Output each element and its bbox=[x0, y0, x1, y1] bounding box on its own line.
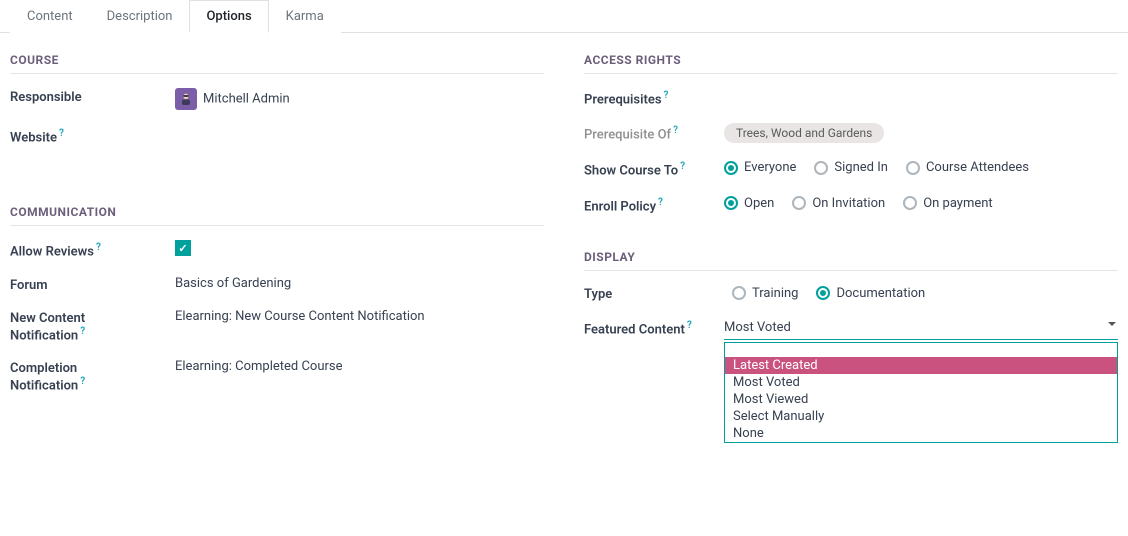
avatar bbox=[175, 88, 197, 110]
responsible-name: Mitchell Admin bbox=[203, 91, 290, 106]
tabs-bar: Content Description Options Karma bbox=[0, 0, 1128, 33]
field-new-content-notification: New Content Notification? Elearning: New… bbox=[10, 309, 544, 343]
user-avatar-icon bbox=[178, 91, 194, 107]
featured-content-label: Featured Content? bbox=[584, 318, 724, 337]
prerequisite-of-value: Trees, Wood and Gardens bbox=[724, 123, 1118, 143]
help-icon[interactable]: ? bbox=[673, 125, 678, 136]
field-forum: Forum Basics of Gardening bbox=[10, 276, 544, 293]
section-communication-title: COMMUNICATION bbox=[10, 205, 544, 226]
enroll-radio-group: Open On Invitation On payment bbox=[724, 195, 1118, 211]
radio-icon bbox=[903, 196, 917, 210]
field-allow-reviews: Allow Reviews? ✓ bbox=[10, 240, 544, 259]
forum-label: Forum bbox=[10, 276, 175, 293]
tab-content[interactable]: Content bbox=[10, 0, 90, 33]
radio-icon bbox=[906, 161, 920, 175]
featured-content-dropdown: Latest Created Most Voted Most Viewed Se… bbox=[724, 342, 1118, 443]
radio-training[interactable]: Training bbox=[732, 286, 798, 301]
enroll-policy-label: Enroll Policy? bbox=[584, 195, 724, 214]
dropdown-item[interactable]: None bbox=[725, 425, 1117, 442]
website-label: Website? bbox=[10, 126, 175, 145]
field-featured-content: Featured Content? Most Voted Latest Crea… bbox=[584, 318, 1118, 340]
radio-on-invitation[interactable]: On Invitation bbox=[792, 196, 885, 211]
radio-signed-in[interactable]: Signed In bbox=[814, 160, 888, 175]
field-show-course: Show Course To? Everyone Signed In Cours… bbox=[584, 159, 1118, 178]
help-icon[interactable]: ? bbox=[658, 197, 663, 208]
tab-karma[interactable]: Karma bbox=[269, 0, 341, 33]
type-radio-group: Training Documentation bbox=[724, 285, 1118, 301]
field-enroll-policy: Enroll Policy? Open On Invitation On pay… bbox=[584, 195, 1118, 214]
field-website: Website? bbox=[10, 126, 544, 145]
tab-description[interactable]: Description bbox=[90, 0, 190, 33]
dropdown-item[interactable]: Most Viewed bbox=[725, 391, 1117, 408]
radio-icon bbox=[724, 161, 738, 175]
radio-icon bbox=[816, 286, 830, 300]
new-content-label: New Content Notification? bbox=[10, 309, 175, 343]
help-icon[interactable]: ? bbox=[687, 320, 692, 331]
dropdown-item[interactable]: Latest Created bbox=[725, 357, 1117, 374]
radio-documentation[interactable]: Documentation bbox=[816, 286, 925, 301]
help-icon[interactable]: ? bbox=[664, 90, 669, 101]
section-course-title: COURSE bbox=[10, 53, 544, 74]
allow-reviews-label: Allow Reviews? bbox=[10, 240, 175, 259]
show-course-label: Show Course To? bbox=[584, 159, 724, 178]
radio-everyone[interactable]: Everyone bbox=[724, 160, 796, 175]
help-icon[interactable]: ? bbox=[96, 242, 101, 253]
responsible-label: Responsible bbox=[10, 88, 175, 105]
radio-icon bbox=[724, 196, 738, 210]
left-column: COURSE Responsible Mitchell Admin Websit… bbox=[10, 53, 544, 409]
responsible-value[interactable]: Mitchell Admin bbox=[175, 88, 544, 110]
radio-on-payment[interactable]: On payment bbox=[903, 196, 993, 211]
forum-value[interactable]: Basics of Gardening bbox=[175, 276, 544, 291]
help-icon[interactable]: ? bbox=[680, 161, 685, 172]
prerequisite-tag[interactable]: Trees, Wood and Gardens bbox=[724, 123, 884, 143]
field-prerequisites: Prerequisites? bbox=[584, 88, 1118, 107]
allow-reviews-checkbox[interactable]: ✓ bbox=[175, 240, 191, 256]
completion-value[interactable]: Elearning: Completed Course bbox=[175, 359, 544, 374]
field-responsible: Responsible Mitchell Admin bbox=[10, 88, 544, 110]
prerequisites-label: Prerequisites? bbox=[584, 88, 724, 107]
radio-icon bbox=[792, 196, 806, 210]
radio-course-attendees[interactable]: Course Attendees bbox=[906, 160, 1029, 175]
tab-options[interactable]: Options bbox=[189, 0, 268, 33]
type-label: Type bbox=[584, 285, 724, 302]
completion-label: Completion Notification? bbox=[10, 359, 175, 393]
right-column: ACCESS RIGHTS Prerequisites? Prerequisit… bbox=[584, 53, 1118, 409]
field-type: Type Training Documentation bbox=[584, 285, 1118, 302]
chevron-down-icon bbox=[1108, 322, 1116, 326]
field-prerequisite-of: Prerequisite Of? Trees, Wood and Gardens bbox=[584, 123, 1118, 143]
show-course-radio-group: Everyone Signed In Course Attendees bbox=[724, 159, 1118, 175]
field-completion-notification: Completion Notification? Elearning: Comp… bbox=[10, 359, 544, 393]
featured-content-select[interactable]: Most Voted bbox=[724, 318, 1118, 340]
dropdown-item[interactable]: Select Manually bbox=[725, 408, 1117, 425]
radio-icon bbox=[732, 286, 746, 300]
help-icon[interactable]: ? bbox=[59, 128, 64, 139]
radio-icon bbox=[814, 161, 828, 175]
dropdown-item[interactable]: Most Voted bbox=[725, 374, 1117, 391]
section-access-title: ACCESS RIGHTS bbox=[584, 53, 1118, 74]
help-icon[interactable]: ? bbox=[80, 326, 85, 337]
section-display-title: DISPLAY bbox=[584, 250, 1118, 271]
help-icon[interactable]: ? bbox=[80, 376, 85, 387]
prerequisite-of-label: Prerequisite Of? bbox=[584, 123, 724, 142]
radio-open[interactable]: Open bbox=[724, 196, 774, 211]
new-content-value[interactable]: Elearning: New Course Content Notificati… bbox=[175, 309, 544, 324]
